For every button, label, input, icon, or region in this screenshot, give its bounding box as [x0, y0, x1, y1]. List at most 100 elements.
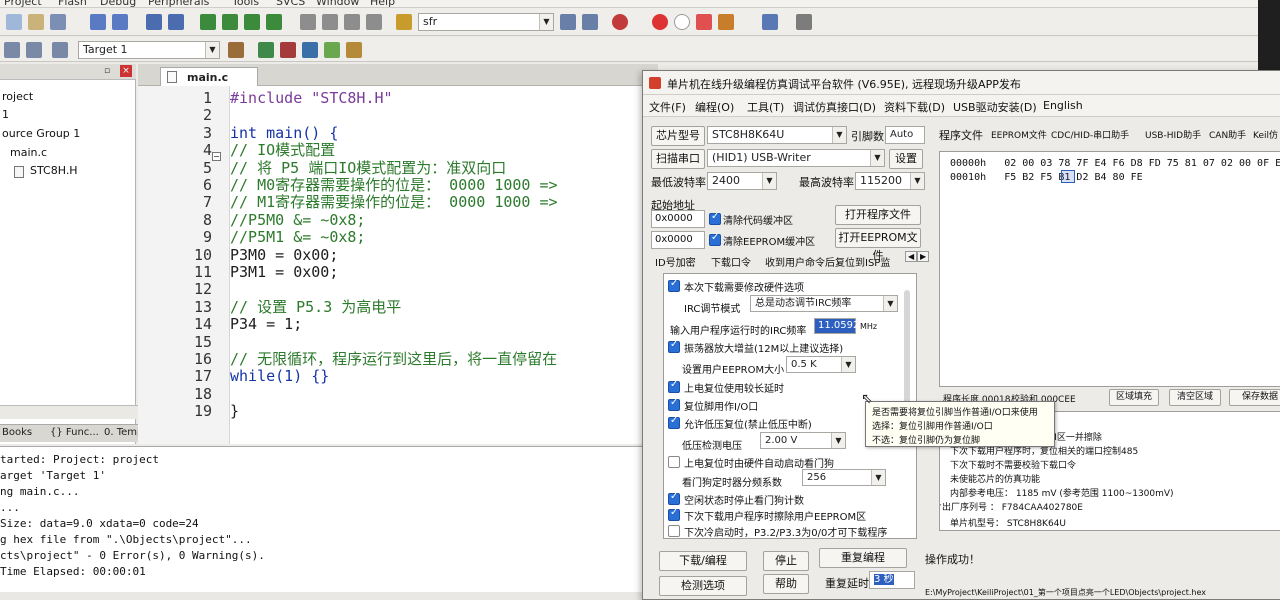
- tab-cdc-hid-serial[interactable]: CDC/HID-串口助手: [1051, 128, 1129, 141]
- find-icon[interactable]: [560, 14, 576, 30]
- breakpoint-disable-icon[interactable]: [674, 14, 690, 30]
- hex-viewer[interactable]: 00000h 02 00 03 78 7F E4 F6 D8 FD 75 81 …: [939, 151, 1280, 387]
- code-line[interactable]: int main() {: [230, 124, 338, 142]
- tree-target[interactable]: 1: [2, 108, 9, 121]
- breakpoint-clear-icon[interactable]: [718, 14, 734, 30]
- tab-download-password[interactable]: 下载口令: [711, 254, 751, 269]
- code-line[interactable]: // M0寄存器需要操作的位是： 0000 1000 =>: [230, 177, 558, 194]
- rebuild-icon[interactable]: [52, 42, 68, 58]
- pin-icon[interactable]: ▫: [104, 66, 110, 76]
- reset-pin-io-checkbox[interactable]: [668, 397, 680, 411]
- help-button[interactable]: 帮助: [763, 574, 809, 594]
- uncomment-icon[interactable]: [366, 14, 382, 30]
- check-options-button[interactable]: 检测选项: [659, 576, 747, 596]
- pack-installer-icon[interactable]: [302, 42, 318, 58]
- window-layout-icon[interactable]: [762, 14, 778, 30]
- stc-menu-download[interactable]: 资料下载(D): [884, 99, 945, 115]
- code-line[interactable]: // M1寄存器需要操作的位是： 0000 1000 =>: [230, 194, 558, 211]
- repeat-delay-select[interactable]: 3 秒: [869, 571, 915, 589]
- tab-keil-sim[interactable]: Keil仿: [1253, 128, 1278, 141]
- configure-icon[interactable]: [796, 14, 812, 30]
- chevron-down-icon[interactable]: ▼: [871, 470, 885, 485]
- low-voltage-reset-checkbox[interactable]: [668, 415, 680, 429]
- breakpoint-icon[interactable]: [652, 14, 668, 30]
- irc-mode-select[interactable]: 总是动态调节IRC频率 ▼: [750, 295, 898, 312]
- nav-back-icon[interactable]: [146, 14, 162, 30]
- pin-count-select[interactable]: Auto: [885, 126, 925, 144]
- stop-button[interactable]: 停止: [763, 551, 809, 571]
- bookmark-prev-icon[interactable]: [222, 14, 238, 30]
- code-line[interactable]: P3M0 = 0x00;: [230, 246, 338, 264]
- settings-button[interactable]: 设置: [889, 149, 923, 169]
- comment-icon[interactable]: [344, 14, 360, 30]
- stc-menu-debug[interactable]: 调试仿真接口(D): [793, 99, 876, 115]
- chevron-down-icon[interactable]: ▼: [205, 42, 219, 58]
- port-select[interactable]: (HID1) USB-Writer ▼: [707, 149, 885, 167]
- bookmark-clear-icon[interactable]: [266, 14, 282, 30]
- tab-functions[interactable]: {} Func...: [50, 427, 99, 438]
- code-line[interactable]: //P5M0 &= ~0x8;: [230, 211, 365, 229]
- open-folder-icon[interactable]: [28, 14, 44, 30]
- open-program-file-button[interactable]: 打开程序文件: [835, 205, 921, 225]
- code-line[interactable]: // 将 P5 端口IO模式配置为：准双向口: [230, 159, 506, 177]
- tab-reset-to-isp[interactable]: 收到用户命令后复位到ISP监: [765, 254, 890, 269]
- breakpoint-kill-icon[interactable]: [696, 14, 712, 30]
- menu-help[interactable]: Help: [370, 0, 395, 7]
- find-combo[interactable]: sfr ▼: [418, 13, 554, 31]
- code-line[interactable]: // 无限循环，程序运行到这里后，将一直停留在: [230, 351, 557, 368]
- indent-icon[interactable]: [300, 14, 316, 30]
- file-extensions-icon[interactable]: [258, 42, 274, 58]
- tree-main-c[interactable]: main.c: [10, 146, 47, 159]
- chip-model-button[interactable]: 芯片型号: [651, 126, 705, 146]
- menu-tools[interactable]: Tools: [232, 0, 259, 7]
- target-combo[interactable]: Target 1 ▼: [78, 41, 220, 59]
- tab-can[interactable]: CAN助手: [1209, 128, 1246, 141]
- tab-id-encrypt[interactable]: ID号加密: [655, 254, 696, 269]
- target-options-icon[interactable]: [228, 42, 244, 58]
- event-recorder-icon[interactable]: [346, 42, 362, 58]
- scan-port-button[interactable]: 扫描串口: [651, 149, 705, 169]
- tab-books[interactable]: Books: [2, 427, 32, 438]
- irc-freq-input[interactable]: 11.0592: [814, 318, 859, 334]
- chevron-down-icon[interactable]: ▼: [883, 296, 897, 311]
- tree-project[interactable]: roject: [2, 90, 33, 103]
- menu-debug[interactable]: Debug: [100, 0, 136, 7]
- code-line[interactable]: P3M1 = 0x00;: [230, 264, 338, 281]
- repeat-program-button[interactable]: 重复编程: [819, 548, 907, 568]
- menu-peripherals[interactable]: Peripherals: [148, 0, 209, 7]
- translate-icon[interactable]: [4, 42, 20, 58]
- chip-model-select[interactable]: STC8H8K64U ▼: [707, 126, 847, 144]
- menu-window[interactable]: Window: [316, 0, 359, 7]
- tab-program-file[interactable]: 程序文件: [939, 127, 983, 143]
- tree-source-group[interactable]: ource Group 1: [2, 127, 80, 140]
- project-hscrollbar[interactable]: ▶: [0, 405, 160, 419]
- menu-project[interactable]: Project: [4, 0, 42, 7]
- save-icon[interactable]: [50, 14, 66, 30]
- redo-icon[interactable]: [112, 14, 128, 30]
- stc-menu-program[interactable]: 编程(O): [695, 99, 734, 115]
- tab-usb-hid[interactable]: USB-HID助手: [1145, 128, 1201, 141]
- tab-scroll-left-icon[interactable]: ◀: [905, 251, 918, 262]
- stc-menu-file[interactable]: 文件(F): [649, 99, 686, 115]
- tab-main-c[interactable]: main.c: [160, 67, 258, 86]
- close-icon[interactable]: ×: [120, 65, 132, 77]
- menu-flash[interactable]: Flash: [58, 0, 87, 7]
- code-line[interactable]: // IO模式配置: [230, 142, 335, 159]
- code-line[interactable]: P34 = 1;: [230, 316, 302, 333]
- stc-menu-tools[interactable]: 工具(T): [747, 99, 784, 115]
- lv-detect-select[interactable]: 2.00 V ▼: [760, 432, 846, 449]
- stc-menu-usb-driver[interactable]: USB驱动安装(D): [953, 99, 1037, 115]
- clear-area-button[interactable]: 清空区域: [1169, 389, 1221, 406]
- long-reset-delay-checkbox[interactable]: [668, 379, 680, 393]
- find-in-files-icon[interactable]: [396, 14, 412, 30]
- select-software-icon[interactable]: [324, 42, 340, 58]
- nav-forward-icon[interactable]: [168, 14, 184, 30]
- code-line[interactable]: while(1) {}: [230, 368, 329, 385]
- modify-hw-options-checkbox[interactable]: [668, 278, 680, 292]
- incremental-find-icon[interactable]: [582, 14, 598, 30]
- chevron-down-icon[interactable]: ▼: [832, 127, 846, 143]
- stc-menu-english[interactable]: English: [1043, 99, 1083, 112]
- code-editor[interactable]: main.c 1 2 3 4 5 6 7 8 9 10 11 12 13 14 15 16 17 18 19 #in…: [138, 64, 658, 444]
- undo-icon[interactable]: [90, 14, 106, 30]
- code-line[interactable]: }: [230, 403, 239, 420]
